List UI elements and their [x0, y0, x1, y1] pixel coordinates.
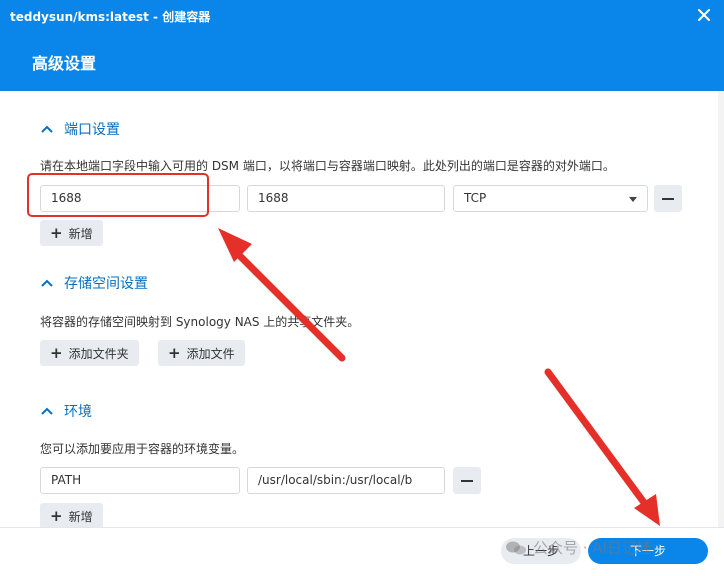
add-port-button[interactable]: + 新增	[40, 220, 103, 246]
add-file-label: 添加文件	[186, 346, 235, 361]
prev-button[interactable]: 上一步	[501, 538, 581, 564]
plus-icon: +	[50, 343, 63, 362]
remove-env-button[interactable]	[453, 467, 481, 494]
add-folder-button[interactable]: + 添加文件夹	[40, 340, 139, 366]
section-ports-header[interactable]: 端口设置	[40, 119, 120, 139]
add-port-label: 新增	[68, 226, 93, 241]
env-description: 您可以添加要应用于容器的环境变量。	[40, 442, 245, 456]
chevron-up-icon	[41, 407, 53, 415]
caret-down-icon	[629, 197, 637, 202]
next-button[interactable]: 下一步	[588, 538, 708, 564]
dialog-footer: 上一步 下一步	[0, 527, 724, 576]
remove-port-button[interactable]	[654, 185, 682, 212]
window-titlebar: teddysun/kms:latest - 创建容器	[0, 0, 724, 31]
chevron-up-icon	[41, 279, 53, 287]
chevron-up-icon	[41, 125, 53, 133]
protocol-select[interactable]: TCP	[453, 185, 648, 212]
ports-description: 请在本地端口字段中输入可用的 DSM 端口，以将端口与容器端口映射。此处列出的端…	[40, 159, 615, 173]
add-folder-label: 添加文件夹	[68, 346, 129, 361]
plus-icon: +	[50, 506, 63, 525]
storage-description: 将容器的存储空间映射到 Synology NAS 上的共享文件夹。	[40, 315, 360, 329]
section-env-title: 环境	[64, 404, 92, 420]
close-icon[interactable]	[696, 7, 712, 23]
add-file-button[interactable]: + 添加文件	[158, 340, 245, 366]
plus-icon: +	[50, 223, 63, 242]
env-value-input[interactable]: /usr/local/sbin:/usr/local/b	[247, 467, 445, 494]
window-title: teddysun/kms:latest - 创建容器	[10, 10, 211, 24]
protocol-value: TCP	[464, 191, 487, 205]
container-port-input[interactable]: 1688	[247, 185, 445, 212]
scrollbar[interactable]	[718, 91, 724, 527]
section-env-header[interactable]: 环境	[40, 401, 92, 421]
section-storage-header[interactable]: 存储空间设置	[40, 273, 148, 293]
add-env-label: 新增	[68, 509, 93, 524]
section-ports-title: 端口设置	[64, 122, 120, 138]
env-name-input[interactable]: PATH	[40, 467, 240, 494]
annotation-highlight-box	[27, 173, 209, 217]
page-title: 高级设置	[32, 54, 97, 73]
add-env-button[interactable]: + 新增	[40, 503, 103, 529]
section-storage-title: 存储空间设置	[64, 276, 148, 292]
dialog-header: 高级设置	[0, 31, 724, 91]
plus-icon: +	[168, 343, 181, 362]
